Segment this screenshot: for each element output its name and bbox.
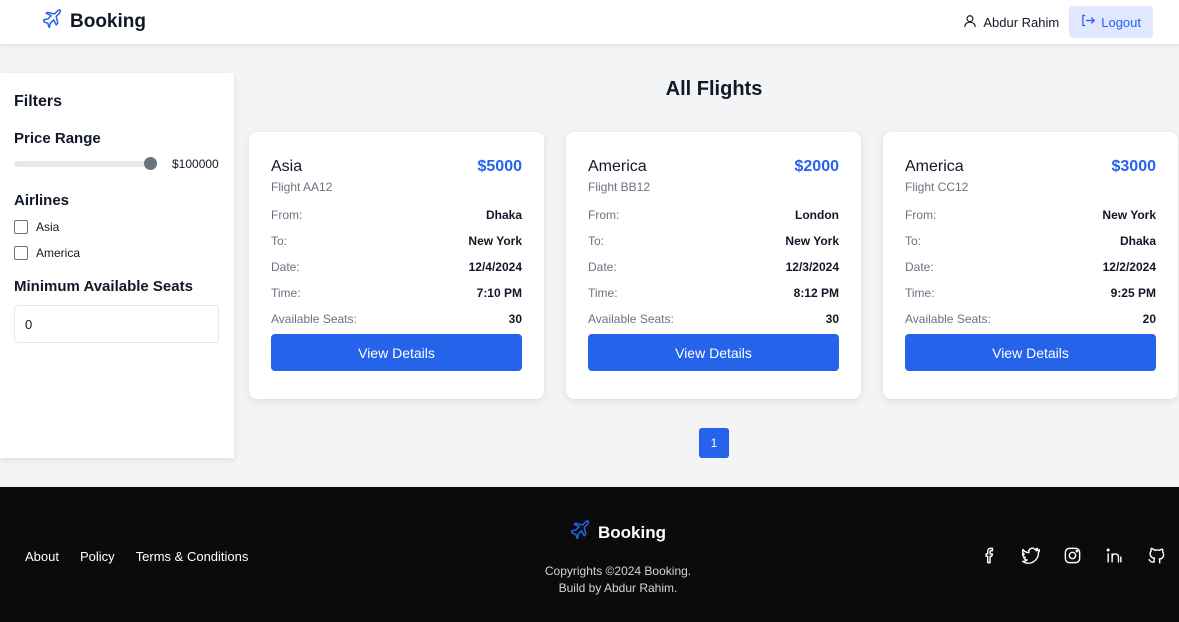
flight-price: $5000 — [477, 158, 523, 175]
date-row: Date: 12/4/2024 — [271, 260, 522, 286]
from-row: From: New York — [905, 208, 1156, 234]
min-seats-input[interactable] — [14, 305, 219, 343]
slider-thumb[interactable] — [144, 157, 157, 170]
footer-brand-block: Booking Copyrights ©2024 Booking. Build … — [518, 520, 718, 597]
footer-logo[interactable]: Booking — [518, 520, 718, 545]
date-label: Date: — [588, 260, 617, 274]
flight-card: America $2000 Flight BB12 From: London To… — [566, 132, 861, 399]
date-value: 12/2/2024 — [1102, 260, 1156, 274]
from-value: London — [795, 208, 839, 222]
user-profile[interactable]: Abdur Rahim — [963, 14, 1059, 31]
copyright-text: Copyrights ©2024 Booking. Build by Abdur… — [518, 563, 718, 597]
airline-name: America — [588, 158, 647, 175]
footer: About Policy Terms & Conditions Booking … — [0, 487, 1179, 622]
time-row: Time: 9:25 PM — [905, 286, 1156, 312]
instagram-icon[interactable] — [1061, 544, 1083, 566]
to-value: New York — [468, 234, 522, 248]
footer-link-about[interactable]: About — [25, 549, 59, 564]
brand-name: Booking — [70, 11, 146, 32]
footer-links: About Policy Terms & Conditions — [25, 549, 248, 564]
checkbox-label: America — [36, 245, 81, 260]
footer-link-policy[interactable]: Policy — [80, 549, 115, 564]
flight-number: Flight BB12 — [588, 180, 651, 194]
time-value: 9:25 PM — [1110, 286, 1156, 300]
from-label: From: — [271, 208, 303, 222]
to-row: To: New York — [588, 234, 839, 260]
flight-number: Flight AA12 — [271, 180, 333, 194]
built-by-line: Build by Abdur Rahim. — [558, 581, 678, 595]
to-label: To: — [271, 234, 288, 248]
checkbox[interactable] — [14, 219, 28, 234]
airline-name: America — [905, 158, 964, 175]
time-row: Time: 8:12 PM — [588, 286, 839, 312]
time-label: Time: — [271, 286, 301, 300]
footer-brand-name: Booking — [598, 522, 666, 542]
view-details-button[interactable]: View Details — [271, 334, 522, 371]
price-range-label: Price Range — [14, 130, 101, 147]
to-label: To: — [905, 234, 922, 248]
user-name: Abdur Rahim — [983, 14, 1060, 30]
airline-checkbox-asia[interactable]: Asia — [14, 218, 220, 235]
facebook-icon[interactable] — [977, 544, 999, 566]
airline-checkbox-america[interactable]: America — [14, 244, 220, 261]
from-row: From: Dhaka — [271, 208, 522, 234]
time-label: Time: — [588, 286, 618, 300]
date-row: Date: 12/3/2024 — [588, 260, 839, 286]
page-title: All Flights — [665, 78, 763, 100]
airlines-label: Airlines — [14, 192, 70, 209]
flight-card: Asia $5000 Flight AA12 From: Dhaka To: New… — [249, 132, 544, 399]
footer-link-terms[interactable]: Terms & Conditions — [136, 549, 249, 564]
plane-icon — [42, 9, 62, 35]
date-label: Date: — [271, 260, 300, 274]
time-row: Time: 7:10 PM — [271, 286, 522, 312]
from-label: From: — [905, 208, 937, 222]
price-range-value: $100000 — [172, 157, 219, 171]
price-range-slider[interactable] — [14, 157, 157, 170]
from-value: Dhaka — [485, 208, 522, 222]
date-label: Date: — [905, 260, 934, 274]
filters-panel: Filters Price Range $100000 Airlines Asi… — [0, 73, 234, 458]
navbar: Booking Abdur Rahim Logout — [0, 0, 1179, 44]
twitter-icon[interactable] — [1019, 544, 1041, 566]
flight-card: America $3000 Flight CC12 From: New York … — [883, 132, 1178, 399]
github-icon[interactable] — [1145, 544, 1167, 566]
social-links — [977, 544, 1167, 566]
copyright-line: Copyrights ©2024 Booking. — [544, 564, 692, 578]
linkedin-icon[interactable] — [1103, 544, 1125, 566]
from-label: From: — [588, 208, 620, 222]
flight-price: $3000 — [1111, 158, 1157, 175]
brand-logo[interactable]: Booking — [42, 9, 146, 35]
logout-icon — [1081, 13, 1096, 31]
flight-price: $2000 — [794, 158, 840, 175]
logout-label: Logout — [1101, 14, 1141, 30]
user-icon — [963, 14, 977, 31]
logout-button[interactable]: Logout — [1069, 6, 1153, 38]
time-value: 7:10 PM — [476, 286, 522, 300]
view-details-button[interactable]: View Details — [588, 334, 839, 371]
view-details-button[interactable]: View Details — [905, 334, 1156, 371]
pagination-page-1[interactable]: 1 — [699, 428, 729, 458]
to-row: To: New York — [271, 234, 522, 260]
flight-number: Flight CC12 — [905, 180, 969, 194]
from-value: New York — [1102, 208, 1156, 222]
to-value: New York — [785, 234, 839, 248]
checkbox[interactable] — [14, 245, 28, 260]
min-seats-label: Minimum Available Seats — [14, 278, 193, 295]
airline-name: Asia — [271, 158, 303, 175]
to-value: Dhaka — [1119, 234, 1156, 248]
time-value: 8:12 PM — [793, 286, 839, 300]
date-value: 12/3/2024 — [785, 260, 839, 274]
plane-icon — [570, 520, 590, 545]
to-label: To: — [588, 234, 605, 248]
time-label: Time: — [905, 286, 935, 300]
from-row: From: London — [588, 208, 839, 234]
date-value: 12/4/2024 — [468, 260, 522, 274]
checkbox-label: Asia — [36, 219, 60, 234]
filters-title: Filters — [14, 93, 63, 110]
to-row: To: Dhaka — [905, 234, 1156, 260]
date-row: Date: 12/2/2024 — [905, 260, 1156, 286]
